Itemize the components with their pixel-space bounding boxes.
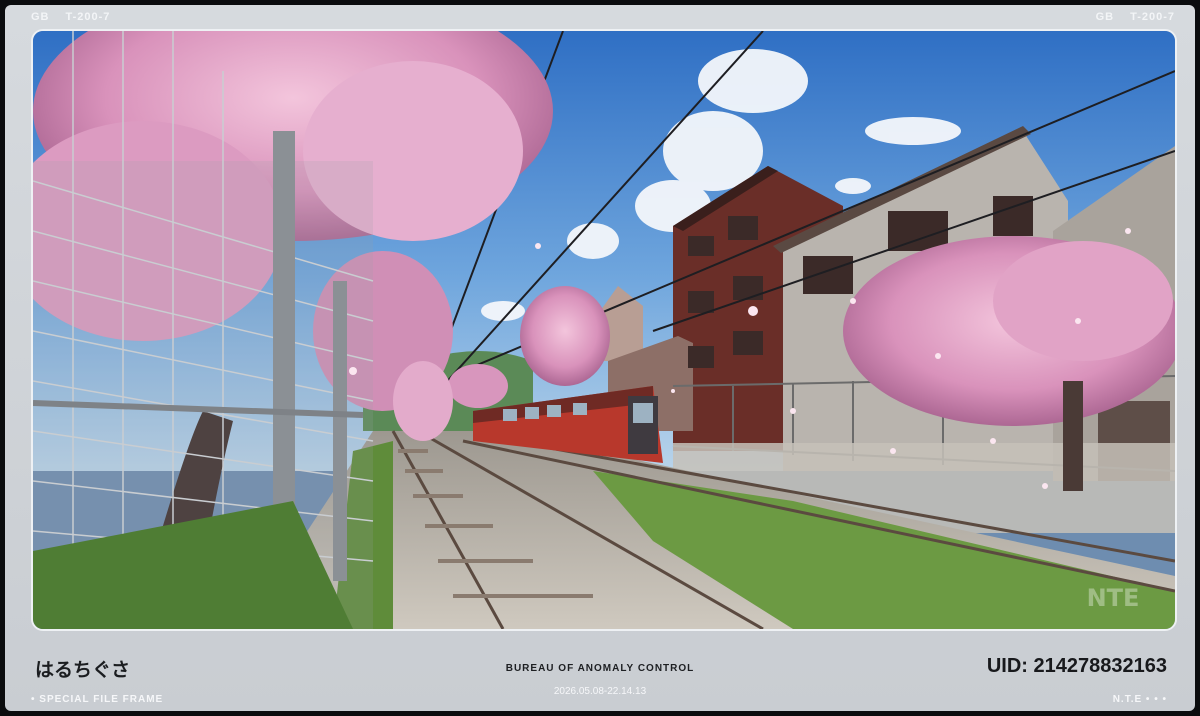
photo-frame: GB T-200-7 GB T-200-7 NTE はるちぐさ BUREAU O… — [5, 5, 1195, 711]
corner-code: GB — [31, 11, 50, 23]
corner-id: T-200-7 — [65, 11, 111, 23]
special-file-frame-label: • SPECIAL FILE FRAME — [31, 694, 164, 705]
nte-label: N.T.E • • • — [1112, 694, 1167, 705]
screenshot-image: NTE — [31, 29, 1177, 631]
corner-label-top-right: GB T-200-7 — [1096, 11, 1175, 23]
corner-code: GB — [1095, 11, 1115, 23]
uid-label: UID: 214278832163 — [986, 655, 1167, 677]
corner-id: T-200-7 — [1130, 11, 1175, 23]
cherry-tree-center — [520, 286, 610, 386]
watermark-logo: NTE — [1087, 584, 1140, 612]
scene-illustration: NTE — [33, 31, 1175, 629]
timestamp: 2026.05.08-22.14.13 — [553, 686, 647, 697]
corner-label-top-left: GB T-200-7 — [31, 11, 126, 23]
